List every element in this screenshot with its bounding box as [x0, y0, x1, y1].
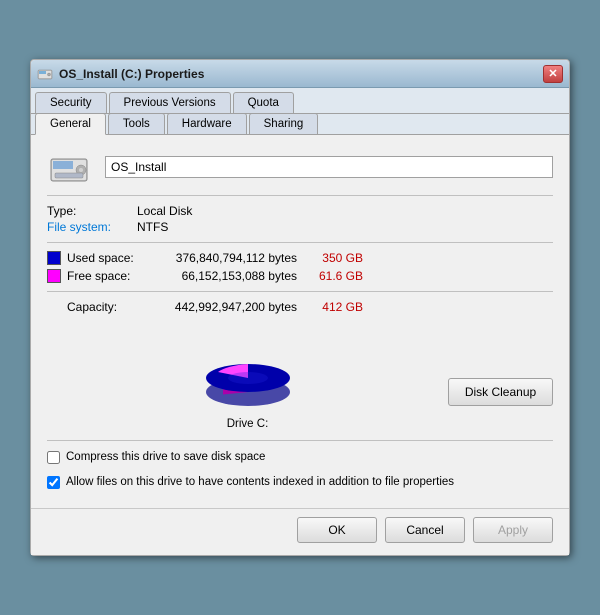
- pie-cleanup-row: Drive C: Disk Cleanup: [47, 324, 553, 430]
- type-value: Local Disk: [137, 204, 192, 218]
- close-button[interactable]: ✕: [543, 65, 563, 83]
- separator-2: [47, 242, 553, 243]
- pie-chart: [183, 324, 313, 414]
- free-color-box: [47, 269, 61, 283]
- content-area: Type: Local Disk File system: NTFS Used …: [31, 135, 569, 507]
- tabs-bottom-row: General Tools Hardware Sharing: [31, 114, 569, 135]
- disk-cleanup-button[interactable]: Disk Cleanup: [448, 378, 553, 406]
- checkbox-section: Compress this drive to save disk space A…: [47, 440, 553, 489]
- filesystem-value: NTFS: [137, 220, 168, 234]
- capacity-label: Capacity:: [67, 300, 147, 314]
- index-checkbox[interactable]: [47, 476, 60, 489]
- ok-button[interactable]: OK: [297, 517, 377, 543]
- tab-general[interactable]: General: [35, 113, 106, 135]
- cleanup-section: Disk Cleanup: [448, 378, 553, 430]
- tab-sharing[interactable]: Sharing: [249, 113, 319, 134]
- drive-label: Drive C:: [227, 418, 269, 430]
- separator-1: [47, 195, 553, 196]
- drive-name-input[interactable]: [105, 156, 553, 178]
- tab-hardware[interactable]: Hardware: [167, 113, 247, 134]
- compress-checkbox-row: Compress this drive to save disk space: [47, 449, 553, 465]
- properties-window: OS_Install (C:) Properties ✕ Security Pr…: [30, 59, 570, 555]
- tab-tools[interactable]: Tools: [108, 113, 165, 134]
- pie-section: Drive C:: [47, 324, 448, 430]
- free-space-gb: 61.6 GB: [313, 269, 363, 283]
- free-space-label: Free space:: [67, 269, 147, 283]
- tabs-top-row: Security Previous Versions Quota: [31, 88, 569, 114]
- apply-button[interactable]: Apply: [473, 517, 553, 543]
- free-space-row: Free space: 66,152,153,088 bytes 61.6 GB: [47, 269, 553, 283]
- title-text: OS_Install (C:) Properties: [59, 67, 204, 81]
- used-space-gb: 350 GB: [313, 251, 363, 265]
- used-space-label: Used space:: [67, 251, 147, 265]
- tab-security[interactable]: Security: [35, 92, 107, 113]
- separator-3: [47, 291, 553, 292]
- capacity-row: Capacity: 442,992,947,200 bytes 412 GB: [67, 300, 553, 314]
- index-checkbox-row: Allow files on this drive to have conten…: [47, 474, 553, 490]
- index-label: Allow files on this drive to have conten…: [66, 474, 454, 490]
- used-space-bytes: 376,840,794,112 bytes: [147, 251, 297, 265]
- tab-quota[interactable]: Quota: [233, 92, 294, 113]
- compress-checkbox[interactable]: [47, 451, 60, 464]
- free-space-bytes: 66,152,153,088 bytes: [147, 269, 297, 283]
- tab-previous-versions[interactable]: Previous Versions: [109, 92, 231, 113]
- capacity-gb: 412 GB: [313, 300, 363, 314]
- drive-title-icon: [37, 66, 53, 82]
- drive-icon-row: [47, 149, 553, 185]
- title-bar: OS_Install (C:) Properties ✕: [31, 60, 569, 88]
- filesystem-label: File system:: [47, 220, 137, 234]
- used-space-row: Used space: 376,840,794,112 bytes 350 GB: [47, 251, 553, 265]
- type-label: Type:: [47, 204, 137, 218]
- type-row: Type: Local Disk: [47, 204, 553, 218]
- filesystem-row: File system: NTFS: [47, 220, 553, 234]
- used-color-box: [47, 251, 61, 265]
- dialog-buttons: OK Cancel Apply: [31, 508, 569, 555]
- capacity-bytes: 442,992,947,200 bytes: [147, 300, 297, 314]
- cancel-button[interactable]: Cancel: [385, 517, 465, 543]
- title-bar-left: OS_Install (C:) Properties: [37, 66, 204, 82]
- compress-label: Compress this drive to save disk space: [66, 449, 265, 465]
- drive-icon: [47, 149, 91, 185]
